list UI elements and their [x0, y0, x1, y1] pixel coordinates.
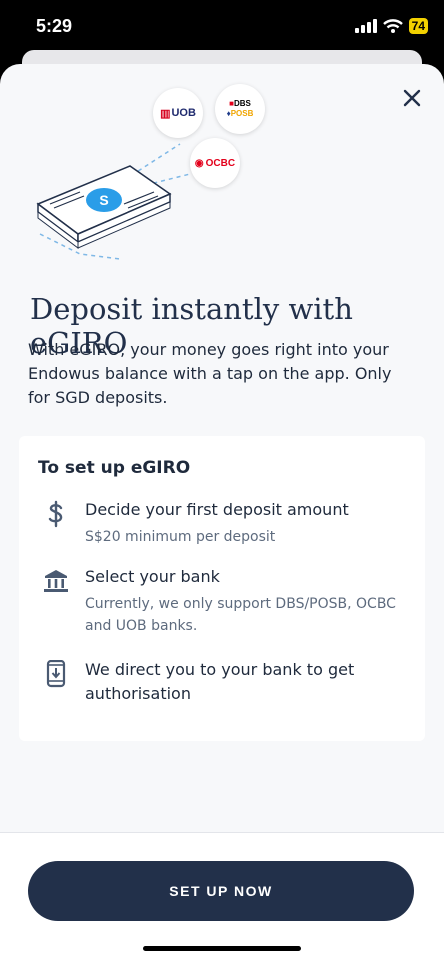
- uob-bank-logo: ▥ UOB: [153, 88, 203, 138]
- step-description: S$20 minimum per deposit: [85, 529, 276, 545]
- currency-symbol: S: [99, 192, 108, 208]
- steps-heading: To set up eGIRO: [38, 458, 191, 478]
- step-title: Decide your first deposit amount: [85, 500, 349, 519]
- ocbc-bank-logo: ◉ OCBC: [190, 138, 240, 188]
- step-title: We direct you to your bank to get author…: [85, 660, 355, 703]
- status-bar: 5:29 74: [0, 0, 444, 56]
- setup-steps-card: To set up eGIRO Decide your first deposi…: [19, 436, 425, 741]
- status-time: 5:29: [36, 16, 73, 36]
- dbs-posb-bank-logo: ■DBS ♦POSB: [215, 84, 265, 134]
- home-indicator: [143, 946, 301, 951]
- step-description: Currently, we only support DBS/POSB, OCB…: [85, 596, 396, 634]
- step-title: Select your bank: [85, 567, 220, 586]
- wifi-icon: [382, 19, 403, 33]
- set-up-now-button[interactable]: SET UP NOW: [28, 861, 414, 921]
- cellular-signal-icon: [354, 19, 377, 33]
- close-icon: [403, 89, 421, 107]
- status-icons: 74: [354, 18, 428, 34]
- egiro-sheet: S ▥ UOB ■DBS ♦POSB ◉ OCBC Deposit instantl…: [0, 64, 444, 960]
- bank-icon: [44, 570, 68, 592]
- page-description: With eGIRO, your money goes right into y…: [28, 340, 392, 407]
- battery-indicator: 74: [408, 18, 428, 34]
- dollar-icon: [48, 500, 63, 528]
- footer: SET UP NOW: [0, 832, 444, 960]
- egiro-illustration: S ▥ UOB ■DBS ♦POSB ◉ OCBC: [20, 84, 280, 284]
- close-button[interactable]: [398, 84, 426, 112]
- mobile-download-icon: [46, 660, 66, 688]
